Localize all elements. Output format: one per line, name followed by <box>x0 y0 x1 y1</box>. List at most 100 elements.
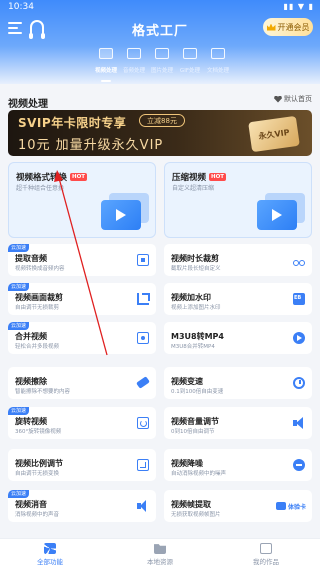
crop-frame-item[interactable]: 云加速 视频画面裁剪 自由调节无损裁剪 <box>8 283 156 315</box>
nav-all-features[interactable]: 全部功能 <box>20 543 80 566</box>
heart-icon <box>274 95 282 103</box>
crown-icon <box>266 23 276 31</box>
volume-icon <box>293 417 305 429</box>
item-title: 视频音量调节 <box>171 417 219 426</box>
status-bar: 10:34 ▮▮ ▼ ▮ <box>0 0 320 14</box>
item-desc: 自由调节无损裁剪 <box>15 305 60 311</box>
set-default-home-button[interactable]: 默认首页 <box>274 94 312 104</box>
pin-label: 默认首页 <box>284 95 312 103</box>
card-title: 视频格式转换 <box>16 173 68 183</box>
ratio-icon <box>137 459 149 471</box>
trial-card-icon <box>275 502 286 510</box>
banner-discount-button[interactable]: 立减88元 <box>139 114 185 127</box>
item-desc: 消除视频中的声音 <box>15 512 60 518</box>
compress-video-card[interactable]: 压缩视频 HOT 自定义超清压缩 <box>164 162 312 238</box>
audio-category-icon <box>127 48 141 59</box>
mute-video-item[interactable]: 云加速 视频消音 消除视频中的声音 <box>8 490 156 522</box>
m3u8-to-mp4-item[interactable]: M3U8转MP4 M3U8合并转MP4 <box>164 322 312 354</box>
item-title: 视频擦除 <box>15 377 47 386</box>
watermark-icon <box>293 293 305 305</box>
volume-adjust-item[interactable]: 视频音量调节 0到10倍自由调节 <box>164 407 312 439</box>
aspect-ratio-item[interactable]: 视频比例调节 自由调节无损变换 <box>8 449 156 481</box>
tab-video[interactable]: 视频处理 <box>92 48 120 74</box>
cloud-accelerate-tag: 云加速 <box>8 283 30 291</box>
status-system-icons: ▮▮ ▼ ▮ <box>283 2 314 11</box>
item-title: 视频时长裁剪 <box>171 254 219 263</box>
item-title: 视频变速 <box>171 377 203 386</box>
folder-icon <box>154 544 166 554</box>
tab-image[interactable]: 图片处理 <box>148 48 176 74</box>
hot-badge: HOT <box>70 173 88 181</box>
merge-icon <box>137 332 149 344</box>
item-title: M3U8转MP4 <box>171 332 224 341</box>
speed-icon <box>293 377 305 389</box>
hot-badge: HOT <box>209 173 227 181</box>
item-title: 视频加水印 <box>171 293 211 302</box>
card-title: 压缩视频 <box>172 173 207 183</box>
status-time: 10:34 <box>8 2 34 12</box>
extract-audio-item[interactable]: 云加速 提取音频 视频转换成音频内容 <box>8 244 156 276</box>
active-tab-indicator <box>101 80 111 82</box>
item-desc: 自动消除视频中的噪声 <box>171 471 227 477</box>
video-format-convert-card[interactable]: 视频格式转换 HOT 超千种组合任意换 <box>8 162 156 238</box>
tab-document[interactable]: 文档处理 <box>204 48 232 74</box>
bottom-navigation: 全部功能 本地资源 我的作品 <box>0 538 320 568</box>
eraser-icon <box>136 376 150 389</box>
grid-icon <box>44 543 56 554</box>
item-desc: 智能擦除不想要的内容 <box>15 389 71 395</box>
cloud-accelerate-tag: 云加速 <box>8 407 30 415</box>
erase-video-item[interactable]: 视频擦除 智能擦除不想要的内容 <box>8 367 156 399</box>
compress-video-icon <box>257 193 305 233</box>
section-title: 视频处理 <box>8 99 48 110</box>
document-category-icon <box>211 48 225 59</box>
open-vip-button[interactable]: 开通会员 <box>263 18 313 36</box>
document-icon <box>137 254 149 266</box>
item-desc: 截取片段长短自定义 <box>171 266 221 272</box>
item-title: 提取音频 <box>15 254 47 263</box>
cloud-accelerate-tag: 云加速 <box>8 244 30 252</box>
banner-headline: SVIP年卡限时专享 <box>18 116 127 130</box>
nav-my-works[interactable]: 我的作品 <box>236 543 296 566</box>
item-title: 旋转视频 <box>15 417 47 426</box>
cloud-accelerate-tag: 云加速 <box>8 322 30 330</box>
item-desc: 无损获取视频帧图片 <box>171 512 221 518</box>
card-desc: 自定义超清压缩 <box>172 185 215 192</box>
nav-label: 我的作品 <box>253 558 279 566</box>
tab-audio[interactable]: 音频处理 <box>120 48 148 74</box>
gif-category-icon <box>183 48 197 59</box>
video-clip-icon <box>101 193 149 233</box>
card-title-row: 压缩视频 HOT <box>172 171 227 183</box>
crop-icon <box>137 293 150 305</box>
rotate-video-item[interactable]: 云加速 旋转视频 360°旋转镜像视频 <box>8 407 156 439</box>
tab-label: 视频处理 <box>94 67 118 74</box>
item-title: 合并视频 <box>15 332 47 341</box>
play-icon <box>293 332 305 344</box>
tab-label: 图片处理 <box>150 67 174 74</box>
nav-local-resources[interactable]: 本地资源 <box>130 543 190 566</box>
tab-gif[interactable]: GIF处理 <box>176 48 204 74</box>
works-box-icon <box>260 543 272 554</box>
nav-label: 全部功能 <box>37 558 63 566</box>
card-title-row: 视频格式转换 HOT <box>16 171 88 183</box>
tab-label: 文档处理 <box>206 67 230 74</box>
item-desc: 360°旋转镜像视频 <box>15 429 62 435</box>
section-header: 视频处理 默认首页 <box>8 92 312 110</box>
item-title: 视频比例调节 <box>15 459 63 468</box>
item-title: 视频帧提取 <box>171 500 211 509</box>
tab-label: GIF处理 <box>179 67 201 74</box>
merge-video-item[interactable]: 云加速 合并视频 轻松合并多段视频 <box>8 322 156 354</box>
frame-extract-item[interactable]: 视频帧提取 无损获取视频帧图片 体验卡 <box>164 490 312 522</box>
denoise-item[interactable]: 视频降噪 自动消除视频中的噪声 <box>164 449 312 481</box>
nav-label: 本地资源 <box>147 558 173 566</box>
svip-promo-banner[interactable]: SVIP年卡限时专享 立减88元 10元 加量升级永久VIP 永久VIP <box>8 110 312 156</box>
item-desc: 视频上添加图片水印 <box>171 305 221 311</box>
trim-duration-item[interactable]: 视频时长裁剪 截取片段长短自定义 <box>164 244 312 276</box>
item-desc: 自由调节无损变换 <box>15 471 60 477</box>
change-speed-item[interactable]: 视频变速 0.1到100倍自由变速 <box>164 367 312 399</box>
item-desc: 0到10倍自由调节 <box>171 429 215 435</box>
item-title: 视频消音 <box>15 500 47 509</box>
item-desc: 轻松合并多段视频 <box>15 344 60 350</box>
denoise-icon <box>293 459 305 471</box>
open-vip-label: 开通会员 <box>277 22 310 32</box>
add-watermark-item[interactable]: 视频加水印 视频上添加图片水印 <box>164 283 312 315</box>
